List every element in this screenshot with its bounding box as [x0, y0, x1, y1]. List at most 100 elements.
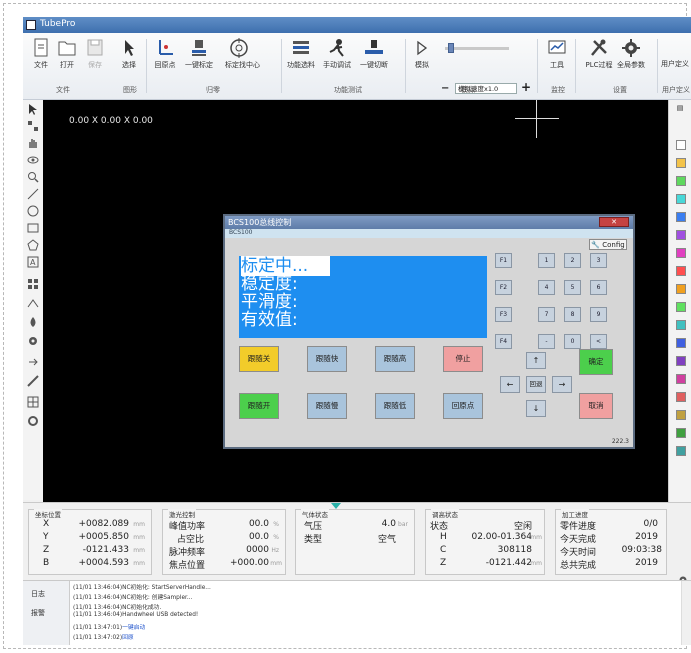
go-origin-button[interactable]: 回原点 [443, 393, 483, 419]
layer-swatch[interactable] [676, 158, 686, 168]
circle-tool-icon[interactable] [27, 205, 39, 217]
follow-on-button[interactable]: 跟随开 [239, 393, 279, 419]
numpad-key-9[interactable]: 9 [590, 307, 607, 322]
speed-minus-button[interactable]: − [441, 83, 449, 94]
find-center-button[interactable]: 标定找中心 [225, 38, 260, 78]
speed-plus-button[interactable]: + [521, 80, 531, 94]
settings-tool-icon[interactable] [27, 415, 39, 427]
numpad-key-minus[interactable]: - [538, 334, 555, 349]
layer-swatch[interactable] [676, 374, 686, 384]
layer-swatch[interactable] [676, 302, 686, 312]
log-line: (11/01 13:47:02)回原 [73, 632, 134, 641]
numpad-key-5[interactable]: 5 [564, 280, 581, 295]
layer-swatch[interactable] [676, 176, 686, 186]
log-highlight: 一键启动 [122, 625, 146, 631]
cancel-button[interactable]: 取消 [579, 393, 613, 419]
f4-key[interactable]: F4 [495, 334, 512, 349]
follow-fast-button[interactable]: 跟随快 [307, 346, 347, 372]
global-params-button[interactable]: 全局参数 [617, 38, 645, 78]
log-tabs: 日志 报警 [23, 581, 70, 645]
numpad-key-6[interactable]: 6 [590, 280, 607, 295]
config-button[interactable]: 🔧 Config [589, 239, 627, 250]
jog-up-button[interactable]: ↑ [526, 352, 546, 369]
hand-tool-icon[interactable] [27, 137, 39, 149]
f2-key[interactable]: F2 [495, 280, 512, 295]
jog-left-button[interactable]: ← [500, 376, 520, 393]
slider-thumb[interactable] [448, 43, 454, 53]
layer-swatch[interactable] [676, 194, 686, 204]
zoom-icon[interactable] [27, 171, 39, 183]
confirm-button[interactable]: 确定 [579, 349, 613, 375]
dialog-close-button[interactable]: ✕ [599, 217, 629, 227]
layer-swatch[interactable] [676, 356, 686, 366]
layer-swatch[interactable] [676, 428, 686, 438]
node-tool-icon[interactable] [27, 120, 39, 132]
return-origin-button[interactable]: 回原点 [151, 38, 179, 78]
numpad-key-backspace[interactable]: < [590, 334, 607, 349]
log-scrollbar[interactable] [681, 581, 691, 645]
open-button[interactable]: 打开 [53, 38, 81, 78]
grid-tool-icon[interactable] [27, 396, 39, 408]
jog-down-button[interactable]: ↓ [526, 400, 546, 417]
numpad-key-1[interactable]: 1 [538, 253, 555, 268]
numpad-key-2[interactable]: 2 [564, 253, 581, 268]
f3-key[interactable]: F3 [495, 307, 512, 322]
lead-tool-icon[interactable] [27, 297, 39, 309]
f1-key[interactable]: F1 [495, 253, 512, 268]
tab-log[interactable]: 日志 [31, 589, 45, 599]
plc-process-button[interactable]: PLC过程 [585, 38, 613, 78]
numpad-key-4[interactable]: 4 [538, 280, 555, 295]
follow-off-button[interactable]: 跟随关 [239, 346, 279, 372]
array-tool-icon[interactable] [27, 278, 39, 290]
layer-swatch[interactable] [676, 410, 686, 420]
layer-swatch[interactable] [676, 248, 686, 258]
layer-swatch[interactable] [676, 392, 686, 402]
save-button[interactable]: 保存 [81, 38, 109, 78]
function-select-button[interactable]: 功能选料 [287, 38, 315, 78]
layer-swatch[interactable] [676, 320, 686, 330]
simulation-speed-slider[interactable] [445, 43, 509, 53]
layer-swatch[interactable] [676, 230, 686, 240]
polygon-tool-icon[interactable] [27, 239, 39, 251]
rectangle-tool-icon[interactable] [27, 222, 39, 234]
numpad-key-8[interactable]: 8 [564, 307, 581, 322]
gear-tool-icon[interactable] [27, 335, 39, 347]
follow-low-button[interactable]: 跟随低 [375, 393, 415, 419]
tools-button[interactable]: 工具 [543, 38, 571, 78]
numpad-key-3[interactable]: 3 [590, 253, 607, 268]
follow-slow-button[interactable]: 跟随慢 [307, 393, 347, 419]
position-row-z: Z -0121.433 mm [29, 545, 151, 558]
jog-back-button[interactable]: 回退 [526, 376, 546, 393]
line-tool-icon[interactable] [27, 188, 39, 200]
layer-swatch[interactable] [676, 266, 686, 276]
follow-value: 308118 [497, 545, 532, 555]
select-button[interactable]: 选择 [115, 38, 143, 78]
layer-color-bar: ▤ [668, 100, 691, 502]
axis-unit: mm [133, 547, 145, 554]
drop-tool-icon[interactable] [27, 316, 39, 328]
stop-button[interactable]: 停止 [443, 346, 483, 372]
layer-swatch[interactable] [676, 284, 686, 294]
simulate-button[interactable]: 模拟 [408, 38, 436, 78]
file-button[interactable]: 文件 [27, 38, 55, 78]
follow-high-button[interactable]: 跟随高 [375, 346, 415, 372]
numpad-key-0[interactable]: 0 [564, 334, 581, 349]
one-key-cut-button[interactable]: 一键切断 [360, 38, 388, 78]
layer-swatch[interactable] [676, 338, 686, 348]
layer-swatch[interactable] [676, 446, 686, 456]
text-tool-icon[interactable]: A [27, 256, 39, 268]
progress-panel-title: 加工进度 [561, 509, 589, 519]
jog-right-button[interactable]: → [552, 376, 572, 393]
layer-swatch[interactable] [676, 212, 686, 222]
position-row-y: Y +0005.850 mm [29, 532, 151, 545]
measure-tool-icon[interactable] [27, 375, 39, 387]
one-key-calibrate-button[interactable]: 一键标定 [185, 38, 213, 78]
manual-debug-button[interactable]: 手动调试 [323, 38, 351, 78]
tab-alarm[interactable]: 报警 [31, 608, 45, 618]
eye-icon[interactable] [27, 154, 39, 166]
layer-swatch[interactable] [676, 140, 686, 150]
arrow-tool-icon[interactable] [27, 356, 39, 368]
select-tool-icon[interactable] [27, 103, 39, 115]
numpad-key-7[interactable]: 7 [538, 307, 555, 322]
return-origin-label: 回原点 [154, 61, 176, 69]
